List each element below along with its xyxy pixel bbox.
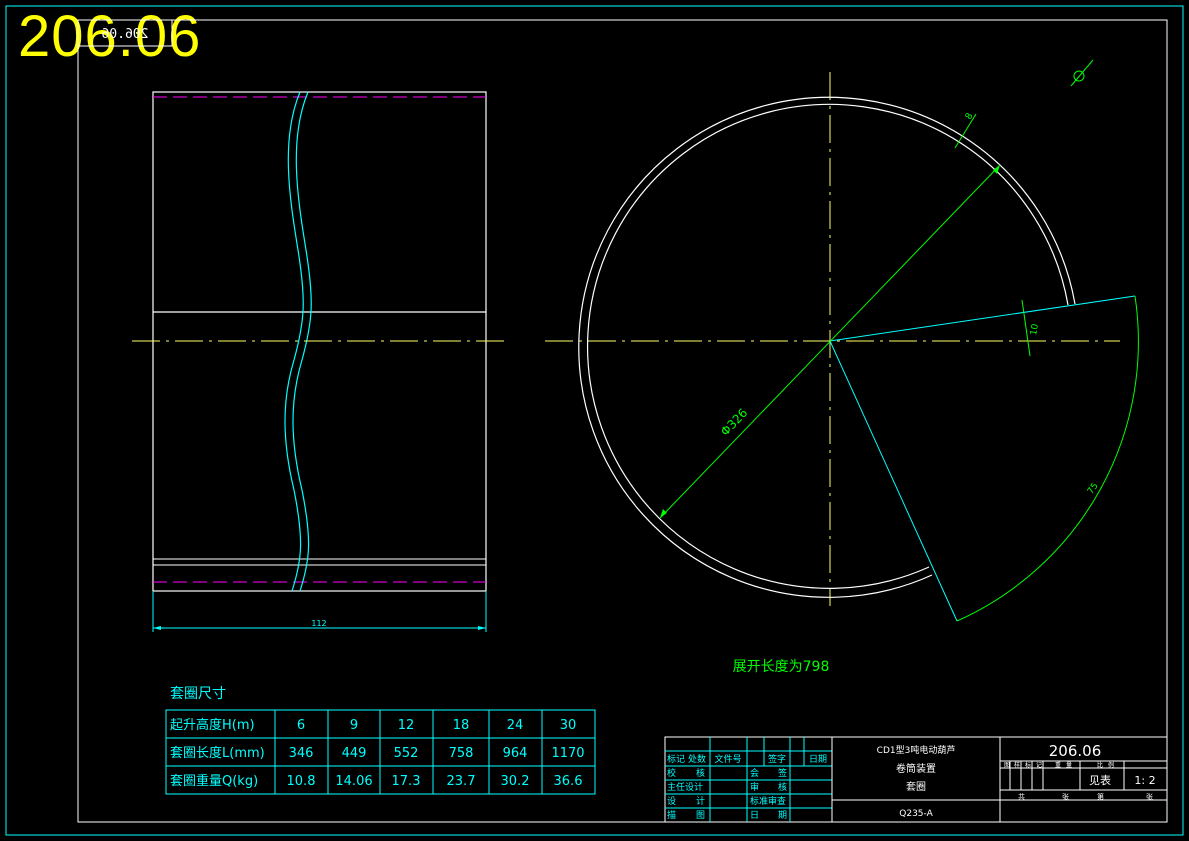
tb-label: 描 bbox=[667, 809, 676, 821]
dim-cell: 18 bbox=[453, 718, 470, 733]
dim-cell: 758 bbox=[449, 746, 474, 761]
tb-bottom-label: 第 bbox=[1097, 792, 1104, 801]
dim-cell: 10.8 bbox=[287, 774, 316, 789]
assembly-name: 卷筒装置 bbox=[896, 762, 936, 775]
dim-cell: 30.2 bbox=[501, 774, 530, 789]
tb-label: 标准审查 bbox=[750, 795, 786, 807]
tb-subheader: 图 bbox=[1004, 762, 1010, 769]
drawing-number: 206.06 bbox=[1049, 742, 1102, 760]
gap-label: 10 bbox=[1029, 323, 1041, 336]
tb-label: 校 bbox=[667, 767, 676, 779]
dim-cell: 14.06 bbox=[335, 774, 372, 789]
tb-label: 主任设计 bbox=[667, 781, 703, 793]
tb-header: 处数 bbox=[688, 753, 706, 765]
tb-label: 期 bbox=[778, 810, 787, 821]
unfold-length-note: 展开长度为798 bbox=[733, 659, 830, 675]
dim-cell: 9 bbox=[350, 718, 358, 733]
material: Q235-A bbox=[899, 809, 933, 819]
tb-bottom-label: 张 bbox=[1146, 792, 1153, 801]
dim-cell: 23.7 bbox=[447, 774, 476, 789]
thickness-label: 8 bbox=[964, 111, 976, 121]
tb-subheader: 重 bbox=[1055, 761, 1061, 769]
tb-label: 计 bbox=[696, 795, 705, 807]
tb-label: 设 bbox=[667, 796, 676, 807]
dim-row-label: 套圈重量Q(kg) bbox=[170, 773, 258, 789]
tb-label: 审 bbox=[750, 781, 759, 793]
tb-header: 标记 bbox=[667, 753, 685, 765]
tb-subheader: 样 bbox=[1014, 761, 1020, 769]
tb-subheader: 量 bbox=[1066, 762, 1072, 769]
dim-cell: 17.3 bbox=[392, 774, 421, 789]
tb-label: 签 bbox=[778, 767, 787, 779]
title-block-text: 标记 处数 文件号 签字 日期 校 核 会 签 主任设计 审 核 设 计 标准审… bbox=[667, 742, 1156, 821]
weight-value: 见表 bbox=[1089, 773, 1111, 787]
tb-bottom-label: 张 bbox=[1062, 792, 1069, 801]
dim-cell: 346 bbox=[289, 746, 314, 761]
tb-header: 日期 bbox=[809, 754, 827, 765]
product-name: CD1型3吨电动葫芦 bbox=[877, 744, 956, 756]
width-dimension-label: 112 bbox=[311, 619, 326, 628]
tb-subheader: 比 bbox=[1097, 761, 1103, 769]
diameter-label: Φ326 bbox=[718, 406, 751, 439]
part-name: 套圈 bbox=[906, 780, 926, 793]
arc-label: 75 bbox=[1086, 481, 1101, 496]
dim-cell: 12 bbox=[398, 718, 415, 733]
dim-table-text: 起升高度H(m) 套圈长度L(mm) 套圈重量Q(kg) 6 9 12 18 2… bbox=[170, 717, 585, 789]
dim-cell: 1170 bbox=[551, 746, 584, 761]
dim-cell: 552 bbox=[394, 746, 419, 761]
tb-label: 核 bbox=[696, 767, 705, 779]
tb-label: 核 bbox=[778, 781, 787, 793]
tb-header: 文件号 bbox=[714, 753, 741, 765]
dim-cell: 30 bbox=[560, 718, 577, 733]
tb-header: 签字 bbox=[768, 753, 786, 765]
tb-subheader: 记 bbox=[1036, 762, 1042, 769]
dim-cell: 449 bbox=[342, 746, 367, 761]
tb-subheader: 标 bbox=[1025, 761, 1031, 769]
dim-cell: 964 bbox=[503, 746, 528, 761]
tb-label: 图 bbox=[696, 810, 705, 821]
tb-label: 会 bbox=[750, 767, 759, 779]
dim-table-title: 套圈尺寸 bbox=[170, 686, 226, 702]
dim-cell: 24 bbox=[507, 718, 524, 733]
sleeve-end-view: Φ326 8 10 75 bbox=[545, 59, 1139, 622]
scale-value: 1: 2 bbox=[1134, 774, 1155, 787]
inner-frame bbox=[77, 19, 1168, 823]
tb-bottom-label: 共 bbox=[1018, 792, 1025, 801]
mirrored-drawing-number: 206.06 bbox=[102, 27, 149, 42]
sleeve-side-view: 112 bbox=[132, 91, 505, 632]
cad-drawing: 206.06 112 Φ326 8 10 75 展开长度为798 套圈尺寸 起升… bbox=[5, 5, 1184, 836]
dim-row-label: 套圈长度L(mm) bbox=[170, 745, 265, 761]
dim-cell: 36.6 bbox=[554, 774, 583, 789]
dim-row-label: 起升高度H(m) bbox=[170, 717, 255, 733]
tb-label: 日 bbox=[750, 810, 759, 821]
dim-cell: 6 bbox=[297, 718, 305, 733]
tb-subheader: 例 bbox=[1108, 761, 1114, 769]
